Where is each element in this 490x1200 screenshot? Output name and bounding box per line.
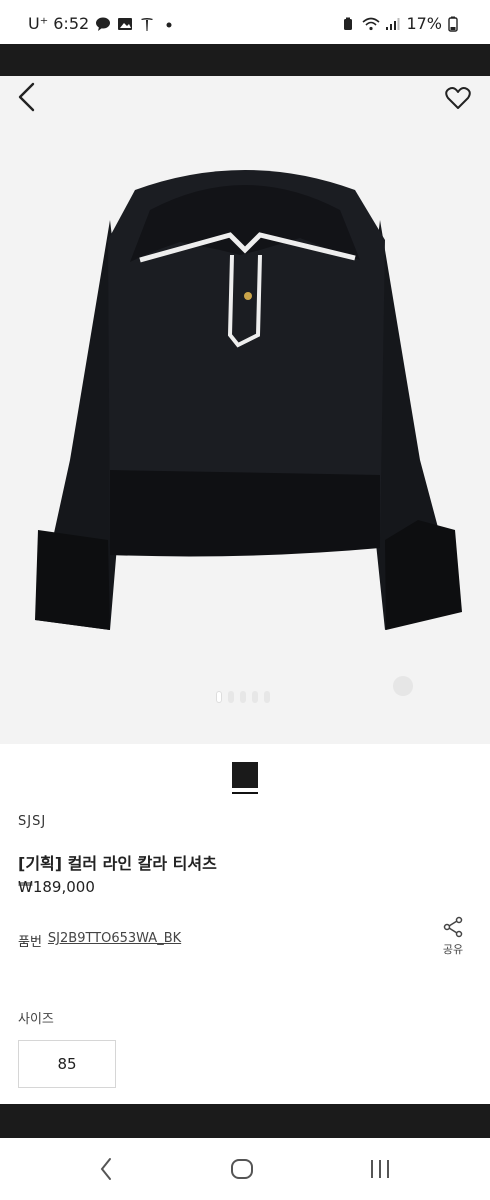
status-time: U⁺ 6:52 — [28, 14, 90, 33]
product-code-row: 품번 SJ2B9TTO653WA_BK — [18, 931, 181, 950]
product-code-link[interactable]: SJ2B9TTO653WA_BK — [48, 931, 181, 950]
heart-icon — [445, 87, 471, 109]
status-bar: U⁺ 6:52 17% — [0, 0, 490, 44]
share-icon — [443, 916, 463, 938]
carousel-dot[interactable] — [216, 691, 222, 703]
size-option-85[interactable]: 85 — [18, 1040, 116, 1088]
tesla-icon — [139, 16, 155, 32]
share-button[interactable]: 공유 — [438, 916, 468, 957]
product-price: ₩189,000 — [18, 878, 95, 896]
nav-home-button[interactable] — [222, 1154, 262, 1184]
carousel-indicator — [216, 691, 270, 703]
size-label: 사이즈 — [18, 1012, 54, 1027]
battery-percent: 17% — [406, 14, 442, 33]
color-swatch-selected[interactable] — [232, 762, 260, 794]
chat-icon — [95, 16, 111, 32]
back-arrow-icon — [18, 82, 35, 112]
nav-recent-button[interactable] — [360, 1154, 400, 1184]
zoom-icon[interactable] — [393, 676, 413, 696]
back-button[interactable] — [12, 82, 42, 112]
chevron-left-icon — [100, 1158, 111, 1180]
image-icon — [117, 16, 133, 32]
home-icon — [231, 1159, 253, 1179]
swatch-selected-indicator — [232, 792, 258, 794]
carousel-dot[interactable] — [228, 691, 234, 703]
nav-back-button[interactable] — [86, 1154, 126, 1184]
carousel-dot[interactable] — [252, 691, 258, 703]
carousel-dot[interactable] — [240, 691, 246, 703]
system-navigation-bar — [0, 1138, 490, 1200]
wifi-icon — [362, 16, 380, 32]
wishlist-button[interactable] — [444, 84, 472, 112]
product-code-label: 품번 — [18, 935, 42, 950]
battery-saver-icon — [340, 16, 356, 32]
app-top-band — [0, 44, 490, 76]
signal-icon — [384, 16, 400, 32]
status-right: 17% — [340, 14, 464, 33]
status-left: U⁺ 6:52 — [28, 14, 177, 33]
product-image — [35, 170, 462, 630]
brand-name[interactable]: SJSJ — [18, 814, 46, 829]
bottom-action-bar — [0, 1104, 490, 1138]
dot-icon — [161, 16, 177, 32]
carousel-dot[interactable] — [264, 691, 270, 703]
battery-icon — [448, 16, 464, 32]
recent-apps-icon — [371, 1160, 389, 1178]
product-title: [기획] 컬러 라인 칼라 티셔츠 — [18, 854, 217, 873]
share-label: 공유 — [442, 943, 464, 956]
color-swatch-black — [232, 762, 258, 788]
